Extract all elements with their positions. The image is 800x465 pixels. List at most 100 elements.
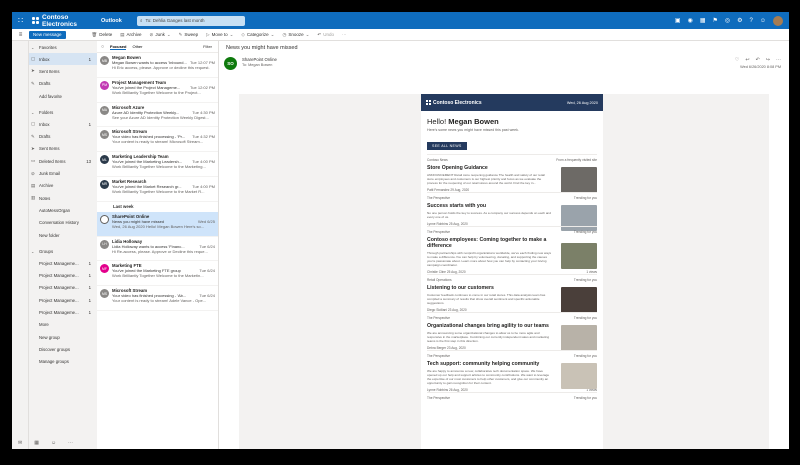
my-day-icon[interactable]: ▦ — [700, 17, 706, 24]
folder-item[interactable]: ➤ Sent Items — [29, 65, 97, 77]
article-site[interactable]: The Perspective — [427, 316, 450, 320]
group-item[interactable]: Project Manageme... 1 — [29, 306, 97, 318]
list-item[interactable]: MA Microsoft Azure Azure AD Identity Pro… — [97, 103, 218, 128]
selection-circle-icon[interactable] — [100, 214, 109, 224]
archive-button[interactable]: ▤ Archive — [120, 32, 141, 38]
folder-item[interactable]: Conversation History — [29, 217, 97, 229]
reply-icon[interactable]: ↩ — [745, 57, 749, 63]
folder-item[interactable]: ▤ Archive — [29, 180, 97, 192]
hamburger-menu-icon[interactable]: ≡ — [12, 32, 29, 38]
manage-groups-link[interactable]: Manage groups — [29, 356, 97, 368]
groups-header[interactable]: ⌄ Groups — [29, 245, 97, 257]
group-item[interactable]: Project Manageme... 1 — [29, 294, 97, 306]
article-thumbnail[interactable] — [561, 324, 597, 351]
article-card[interactable]: The Perspective Trending for you Tech sup… — [427, 349, 597, 392]
article-card[interactable]: The Perspective Trending for you Success … — [427, 191, 597, 231]
more-groups-link[interactable]: More — [29, 319, 97, 331]
list-item[interactable]: MS Microsoft Stream Your video has finis… — [97, 127, 218, 153]
reply-all-icon[interactable]: ↶ — [756, 57, 760, 63]
app-name[interactable]: Outlook — [101, 18, 137, 24]
filter-button[interactable]: Filter — [203, 44, 218, 49]
group-item[interactable]: Project Manageme... 1 — [29, 257, 97, 269]
search-input[interactable]: ⌕ To: Dehlia Ganges last month — [137, 15, 245, 26]
article-site[interactable]: Retail Operations — [427, 278, 452, 282]
help-icon[interactable]: ? — [750, 18, 753, 24]
feedback-icon[interactable]: ☺ — [760, 18, 766, 24]
article-card[interactable]: The Perspective Trending for you — [427, 391, 597, 403]
mail-icon[interactable]: ✉ — [18, 440, 22, 446]
folder-item[interactable]: ▢ Inbox 1 — [29, 118, 97, 130]
folder-item[interactable]: ⊘ Junk Email — [29, 167, 97, 179]
list-item[interactable]: MR Market Research You've joined the Mar… — [97, 177, 218, 202]
list-item[interactable]: ML Marketing Leadership Team You've join… — [97, 152, 218, 177]
move-to-button[interactable]: ▷ Move to ⌄ — [206, 32, 233, 38]
calendar-icon[interactable]: ▦ — [34, 440, 39, 446]
folder-item[interactable]: ✎ Drafts — [29, 130, 97, 142]
junk-button[interactable]: ⊘ Junk ⌄ — [150, 32, 171, 38]
more-actions-icon[interactable]: ⋯ — [776, 57, 781, 63]
article-title[interactable]: Listening to our customers — [427, 285, 552, 291]
whats-new-icon[interactable]: ◎ — [725, 17, 730, 24]
see-all-news-button[interactable]: SEE ALL NEWS — [427, 142, 467, 150]
article-title[interactable]: Organizational changes bring agility to … — [427, 323, 552, 329]
article-card[interactable]: The Perspective Trending for you Contoso … — [427, 225, 597, 274]
article-card[interactable]: Contoso News From a frequently visited si… — [427, 154, 597, 193]
tab-other[interactable]: Other — [132, 44, 142, 49]
delete-button[interactable]: 🗑︎ Delete — [92, 32, 113, 38]
favorites-header[interactable]: ⌄ Favorites — [29, 41, 97, 53]
article-site[interactable]: The Perspective — [427, 354, 450, 358]
categorize-button[interactable]: ◇ Categorize ⌄ — [241, 32, 274, 38]
folder-item[interactable]: AutoMessOrgan — [29, 204, 97, 216]
folder-item[interactable]: ▢ Inbox 1 — [29, 53, 97, 66]
article-thumbnail[interactable] — [561, 242, 597, 269]
article-thumbnail[interactable] — [561, 362, 597, 389]
article-title[interactable]: Tech support: community helping communit… — [427, 361, 552, 367]
app-launcher-icon[interactable]: ∷ — [12, 12, 29, 29]
user-avatar[interactable] — [773, 15, 783, 26]
article-title[interactable]: Success starts with you — [427, 203, 552, 209]
settings-icon[interactable]: ⚙ — [737, 17, 742, 24]
select-all-icon[interactable]: ○ — [101, 44, 104, 50]
article-card[interactable]: The Perspective Trending for you Organiza… — [427, 311, 597, 351]
article-site[interactable]: The Perspective — [427, 196, 450, 200]
list-item[interactable]: MB Megan Bowen Megan Bowen wants to acce… — [97, 53, 218, 78]
folder-item[interactable]: ▭ Deleted Items 13 — [29, 155, 97, 167]
article-thumbnail[interactable] — [561, 167, 597, 193]
skype-icon[interactable]: ◉ — [688, 17, 693, 24]
discover-groups-link[interactable]: Discover groups — [29, 343, 97, 355]
forward-icon[interactable]: ↪ — [766, 57, 770, 63]
article-title[interactable]: Contoso employees: Coming together to ma… — [427, 237, 552, 249]
article-site[interactable]: The Perspective — [427, 230, 450, 234]
folder-item[interactable]: ▥ Notes — [29, 192, 97, 204]
snooze-button[interactable]: ◷ Snooze ⌄ — [282, 32, 309, 38]
people-icon[interactable]: ☺ — [51, 440, 56, 446]
new-group-link[interactable]: New group — [29, 331, 97, 343]
article-thumbnail[interactable] — [561, 286, 597, 313]
list-item[interactable]: SharePoint Online News you might have mi… — [97, 211, 218, 237]
undo-button[interactable]: ↶ Undo — [317, 32, 334, 38]
more-apps-icon[interactable]: ⋯ — [68, 440, 73, 446]
list-item[interactable]: PM Project Management Team You've joined… — [97, 78, 218, 103]
folder-item[interactable]: ✎ Drafts — [29, 78, 97, 90]
new-message-button[interactable]: New message — [29, 30, 66, 39]
notifications-icon[interactable]: ⚑ — [712, 17, 717, 24]
article-site[interactable]: Contoso News — [427, 158, 448, 162]
more-commands-icon[interactable]: ⋯ — [342, 32, 347, 38]
tab-focused[interactable]: Focused — [110, 44, 127, 50]
group-item[interactable]: Project Manageme... 1 — [29, 282, 97, 294]
teams-icon[interactable]: ▣ — [675, 17, 681, 24]
group-item[interactable]: Project Manageme... 1 — [29, 269, 97, 281]
sender-name[interactable]: SharePoint Online — [242, 57, 277, 62]
reactions-icon[interactable]: ♡ — [735, 57, 739, 63]
new-folder-link[interactable]: New folder — [29, 229, 97, 241]
article-title[interactable]: Store Opening Guidance — [427, 165, 552, 171]
add-favorite-link[interactable]: Add favorite — [29, 90, 97, 102]
article-card[interactable]: Retail Operations Trending for you Listen… — [427, 273, 597, 313]
sender-avatar[interactable]: SO — [224, 57, 237, 70]
list-item[interactable]: MS Microsoft Stream Your video has finis… — [97, 286, 218, 311]
article-site[interactable]: The Perspective — [427, 396, 450, 400]
folders-header[interactable]: ⌄ Folders — [29, 106, 97, 118]
list-item[interactable]: LH Lidia Holloway Lidia Holloway wants t… — [97, 237, 218, 262]
list-item[interactable]: MF Marketing FTE You've joined the Marke… — [97, 261, 218, 287]
folder-item[interactable]: ➤ Sent Items — [29, 143, 97, 155]
